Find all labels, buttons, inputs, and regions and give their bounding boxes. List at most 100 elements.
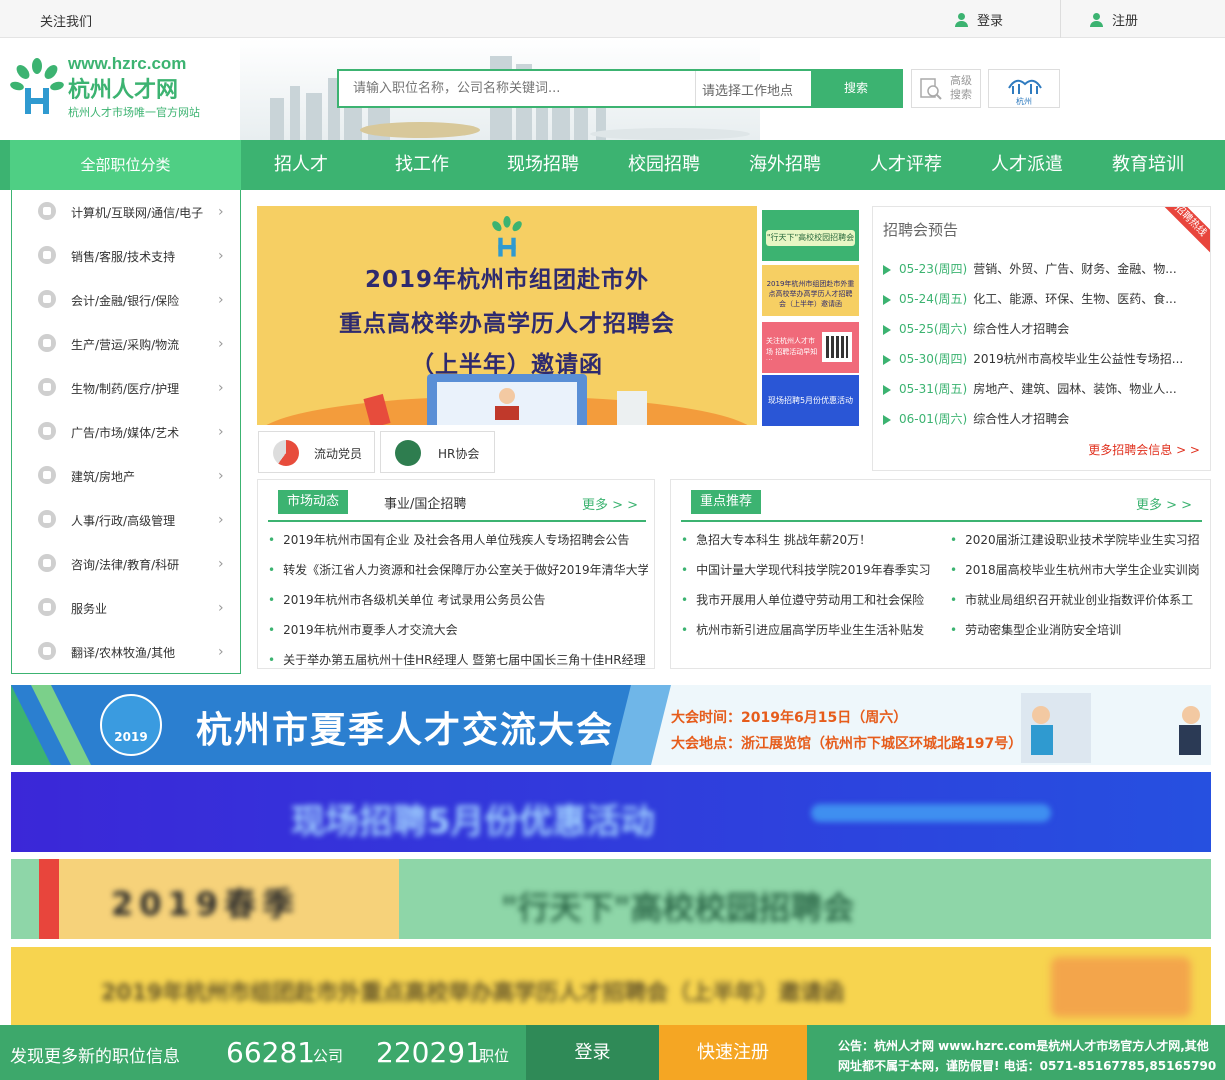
chevron-right-icon: › bbox=[218, 556, 224, 572]
category-item[interactable]: 人事/行政/高级管理 › bbox=[12, 498, 240, 542]
category-item[interactable]: 建筑/房地产 › bbox=[12, 454, 240, 498]
category-item[interactable]: 翻译/农林牧渔/其他 › bbox=[12, 630, 240, 674]
may-promo-ad-text: 现场招聘5月份优惠活动 bbox=[291, 802, 655, 842]
job-fair-item[interactable]: 05-23(周四) 营销、外贸、广告、财务、金融、物... bbox=[883, 260, 1198, 277]
logo-url: www.hzrc.com bbox=[68, 54, 187, 73]
featured-item[interactable]: 2018届高校毕业生杭州市大学生企业实训岗 bbox=[950, 561, 1208, 578]
category-label: 会计/金融/银行/保险 bbox=[71, 294, 180, 308]
category-label: 生产/营运/采购/物流 bbox=[71, 338, 180, 352]
chevron-right-icon: › bbox=[218, 248, 224, 264]
category-item[interactable]: 服务业 › bbox=[12, 586, 240, 630]
summer-ad-place: 大会地点：浙江展览馆（杭州市下城区环城北路197号） bbox=[671, 736, 1023, 752]
category-label: 销售/客服/技术支持 bbox=[71, 250, 176, 264]
featured-item[interactable]: 劳动密集型企业消防安全培训 bbox=[950, 621, 1208, 638]
category-item[interactable]: 广告/市场/媒体/艺术 › bbox=[12, 410, 240, 454]
nav-item-campus[interactable]: 校园招聘 bbox=[628, 140, 700, 190]
summer-fair-ad[interactable]: 2019 杭州市夏季人才交流大会 大会时间：2019年6月15日（周六） 大会地… bbox=[11, 685, 1211, 765]
nav-item-onsite[interactable]: 现场招聘 bbox=[507, 140, 579, 190]
job-fair-text: 化工、能源、环保、生物、医药、食... bbox=[973, 292, 1177, 306]
featured-more-link[interactable]: 更多 > > bbox=[1136, 494, 1192, 513]
thumbnail-label: "行天下"高校校园招聘会 bbox=[766, 230, 855, 246]
category-label: 咨询/法律/教育/科研 bbox=[71, 558, 180, 572]
main-banner[interactable]: 2019年杭州市组团赴市外 重点高校举办高学历人才招聘会 （上半年）邀请函 bbox=[257, 206, 757, 425]
category-item[interactable]: 生物/制药/医疗/护理 › bbox=[12, 366, 240, 410]
finance-icon bbox=[38, 290, 56, 308]
featured-item[interactable]: 急招大专本科生 挑战年薪20万！ bbox=[681, 531, 939, 548]
news-item[interactable]: 2019年杭州市各级机关单位 考试录用公务员公告 bbox=[268, 591, 648, 608]
category-item[interactable]: 计算机/互联网/通信/电子 › bbox=[12, 190, 240, 234]
job-fair-item[interactable]: 06-01(周六) 综合性人才招聘会 bbox=[883, 410, 1198, 427]
nav-item-find-job[interactable]: 找工作 bbox=[395, 140, 449, 190]
job-fair-item[interactable]: 05-25(周六) 综合性人才招聘会 bbox=[883, 320, 1198, 337]
all-categories-button[interactable]: 全部职位分类 bbox=[10, 140, 241, 190]
login-label: 登录 bbox=[977, 14, 1004, 29]
party-icon bbox=[273, 440, 299, 466]
thumbnail-invitation[interactable]: 2019年杭州市组团赴市外重点高校举办高学历人才招聘会（上半年）邀请函 bbox=[762, 265, 859, 316]
nav-item-overseas[interactable]: 海外招聘 bbox=[749, 140, 821, 190]
hangzhou-emblem-icon bbox=[1008, 79, 1042, 94]
triangle-icon bbox=[883, 264, 891, 275]
news-item[interactable]: 2019年杭州市国有企业 及社会各用人单位残疾人专场招聘会公告 bbox=[268, 531, 648, 548]
login-link[interactable]: 登录 bbox=[955, 10, 1003, 29]
job-fair-item[interactable]: 05-24(周五) 化工、能源、环保、生物、医药、食... bbox=[883, 290, 1198, 307]
thumbnail-may-promo[interactable]: 现场招聘5月份优惠活动 bbox=[762, 375, 859, 426]
invitation-ad[interactable]: 2019年杭州市组团赴市外重点高校举办高学历人才招聘会（上半年）邀请函 bbox=[11, 947, 1211, 1025]
chevron-right-icon: › bbox=[218, 380, 224, 396]
job-fair-date: 05-25(周六) bbox=[899, 322, 968, 336]
banner-line1: 2019年杭州市组团赴市外 bbox=[364, 267, 649, 293]
nav-item-recruit[interactable]: 招人才 bbox=[274, 140, 328, 190]
hangzhou-city-badge[interactable]: 杭州 bbox=[988, 69, 1060, 108]
category-item[interactable]: 咨询/法律/教育/科研 › bbox=[12, 542, 240, 586]
featured-item[interactable]: 市就业局组织召开就业创业指数评价体系工 bbox=[950, 591, 1208, 608]
tab-featured[interactable]: 重点推荐 bbox=[691, 490, 762, 514]
job-fair-item[interactable]: 05-31(周五) 房地产、建筑、园林、装饰、物业人... bbox=[883, 380, 1198, 397]
news-item[interactable]: 关于举办第五届杭州十佳HR经理人 暨第七届中国长三角十佳HR经理 bbox=[268, 651, 648, 668]
news-item[interactable]: 转发《浙江省人力资源和社会保障厅办公室关于做好2019年清华大学 bbox=[268, 561, 648, 578]
service-icon bbox=[38, 598, 56, 616]
nav-item-evaluation[interactable]: 人才评荐 bbox=[870, 140, 942, 190]
mobile-party-member-link[interactable]: 流动党员 bbox=[258, 431, 375, 473]
search-button[interactable]: 搜索 bbox=[811, 71, 901, 106]
featured-item[interactable]: 我市开展用人单位遵守劳动用工和社会保险 bbox=[681, 591, 939, 608]
featured-item[interactable]: 2020届浙江建设职业技术学院毕业生实习招 bbox=[950, 531, 1208, 548]
follow-us-link[interactable]: 关注我们 bbox=[40, 11, 92, 30]
thumbnail-follow[interactable]: 关注杭州人才市场 招聘活动早知道 bbox=[762, 322, 859, 373]
more-job-fairs-link[interactable]: 更多招聘会信息 > > bbox=[1088, 441, 1200, 458]
tab-underline bbox=[268, 520, 646, 522]
register-link[interactable]: 注册 bbox=[1090, 10, 1138, 29]
quick-register-button[interactable]: 快速注册 bbox=[659, 1025, 807, 1080]
nav-item-dispatch[interactable]: 人才派遣 bbox=[991, 140, 1063, 190]
thumbnail-label: 2019年杭州市组团赴市外重点高校举办高学历人才招聘会（上半年）邀请函 bbox=[766, 280, 855, 308]
summer-ad-title: 杭州市夏季人才交流大会 bbox=[196, 710, 615, 751]
footer-login-button[interactable]: 登录 bbox=[526, 1025, 659, 1080]
computer-icon bbox=[38, 202, 56, 220]
top-bar: 关注我们 登录 注册 bbox=[0, 0, 1225, 38]
may-promo-ad[interactable]: 现场招聘5月份优惠活动 bbox=[11, 772, 1211, 852]
campus-fair-ad-year: 2019春季 bbox=[111, 885, 301, 923]
company-count: 66281 bbox=[226, 1036, 316, 1069]
featured-item[interactable]: 中国计量大学现代科技学院2019年春季实习 bbox=[681, 561, 939, 578]
tab-public-sector[interactable]: 事业/国企招聘 bbox=[384, 493, 466, 512]
site-logo[interactable]: www.hzrc.com 杭州人才网 杭州人才市场唯一官方网站 bbox=[10, 54, 210, 124]
job-fair-date: 05-23(周四) bbox=[899, 262, 968, 276]
news-item[interactable]: 2019年杭州市夏季人才交流大会 bbox=[268, 621, 648, 638]
featured-item[interactable]: 杭州市新引进应届高学历毕业生生活补贴发 bbox=[681, 621, 939, 638]
banner-logo-icon bbox=[492, 216, 522, 257]
campus-fair-ad[interactable]: 2019春季 "行天下"高校校园招聘会 bbox=[11, 859, 1211, 939]
market-more-link[interactable]: 更多 > > bbox=[582, 494, 638, 513]
triangle-icon bbox=[883, 414, 891, 425]
category-label: 生物/制药/医疗/护理 bbox=[71, 382, 180, 396]
advanced-search-button[interactable]: 高级搜索 bbox=[911, 69, 981, 108]
category-label: 建筑/房地产 bbox=[71, 470, 136, 484]
category-item[interactable]: 生产/营运/采购/物流 › bbox=[12, 322, 240, 366]
job-fair-text: 综合性人才招聘会 bbox=[973, 412, 1070, 426]
location-select[interactable]: 请选择工作地点 bbox=[695, 71, 811, 106]
nav-item-training[interactable]: 教育培训 bbox=[1112, 140, 1184, 190]
category-item[interactable]: 销售/客服/技术支持 › bbox=[12, 234, 240, 278]
hr-association-link[interactable]: HR协会 bbox=[380, 431, 495, 473]
tab-market-news[interactable]: 市场动态 bbox=[278, 490, 349, 514]
thumbnail-campus-fair[interactable]: "行天下"高校校园招聘会 bbox=[762, 210, 859, 261]
job-fair-item[interactable]: 05-30(周四) 2019杭州市高校毕业生公益性专场招... bbox=[883, 350, 1198, 367]
category-item[interactable]: 会计/金融/银行/保险 › bbox=[12, 278, 240, 322]
search-input[interactable] bbox=[339, 71, 695, 106]
